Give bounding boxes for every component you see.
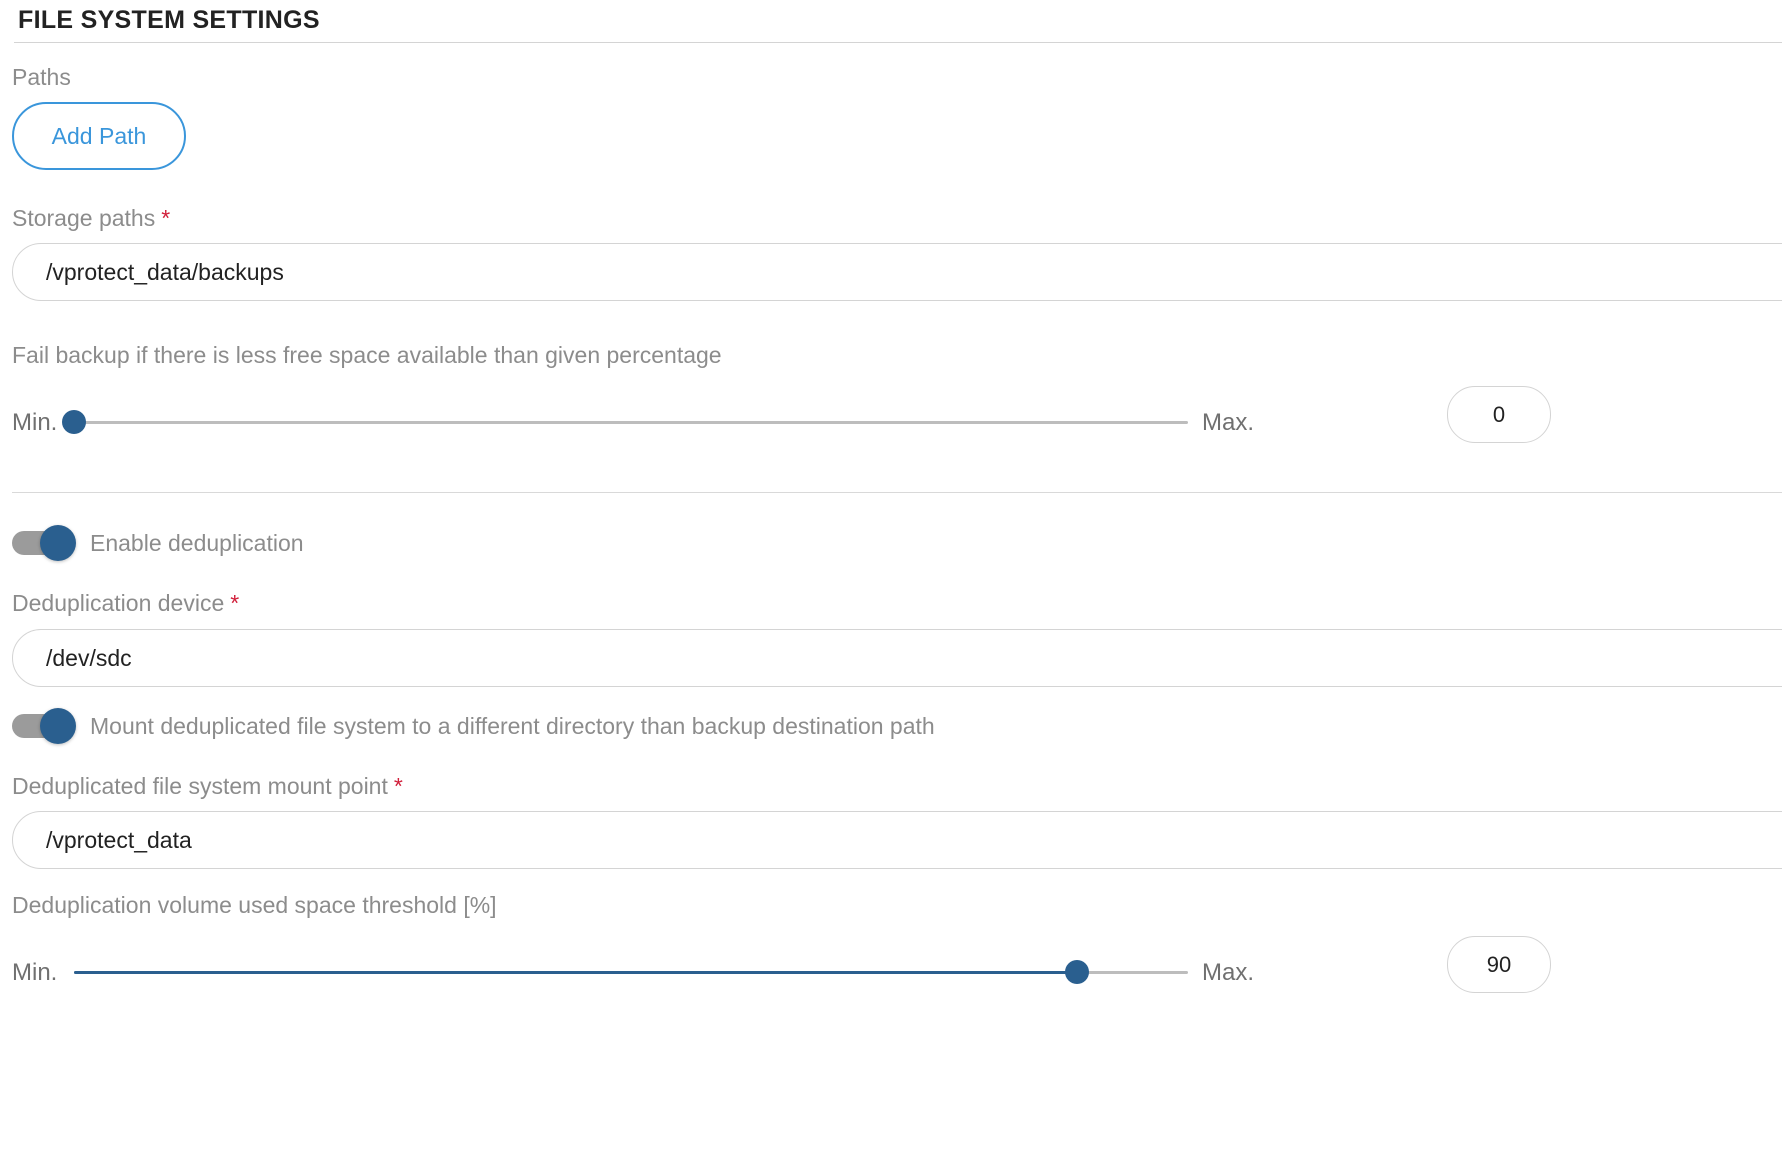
- section-separator: [12, 492, 1782, 493]
- toggle-knob: [40, 525, 76, 561]
- free-space-slider-thumb[interactable]: [62, 410, 86, 434]
- threshold-min-label: Min.: [12, 959, 58, 986]
- free-space-min-label: Min.: [12, 409, 58, 436]
- mount-point-label: Deduplicated file system mount point *: [12, 773, 403, 800]
- required-asterisk: *: [393, 773, 403, 799]
- mount-point-label-text: Deduplicated file system mount point: [12, 773, 388, 799]
- storage-paths-label: Storage paths *: [12, 205, 170, 232]
- dedup-device-label-text: Deduplication device: [12, 590, 225, 616]
- threshold-max-label: Max.: [1202, 959, 1255, 986]
- toggle-knob: [40, 708, 76, 744]
- dedup-device-label: Deduplication device *: [12, 590, 239, 617]
- add-path-button[interactable]: Add Path: [12, 102, 186, 170]
- free-space-slider-track[interactable]: [62, 410, 1188, 434]
- mount-different-directory-toggle[interactable]: [12, 708, 76, 744]
- enable-deduplication-toggle[interactable]: [12, 525, 76, 561]
- free-space-max-label: Max.: [1202, 409, 1255, 436]
- paths-label: Paths: [12, 64, 71, 90]
- dedup-device-input[interactable]: [12, 629, 1782, 687]
- threshold-slider-label: Deduplication volume used space threshol…: [12, 892, 497, 918]
- mount-point-input[interactable]: [12, 811, 1782, 869]
- section-title: FILE SYSTEM SETTINGS: [18, 6, 320, 34]
- threshold-slider-thumb[interactable]: [1064, 960, 1089, 984]
- storage-paths-label-text: Storage paths: [12, 205, 156, 231]
- section-divider: [14, 42, 1782, 43]
- required-asterisk: *: [230, 590, 240, 616]
- threshold-slider-track[interactable]: [74, 960, 1188, 984]
- threshold-value-input[interactable]: [1447, 936, 1551, 993]
- threshold-slider-fill: [74, 971, 1077, 974]
- mount-different-directory-label: Mount deduplicated file system to a diff…: [90, 713, 935, 739]
- free-space-slider-label: Fail backup if there is less free space …: [12, 342, 722, 368]
- file-system-settings-panel: FILE SYSTEM SETTINGS Paths Add Path Stor…: [0, 0, 1782, 1162]
- free-space-value-input[interactable]: [1447, 386, 1551, 443]
- enable-deduplication-label: Enable deduplication: [90, 530, 304, 556]
- storage-paths-input[interactable]: [12, 243, 1782, 301]
- required-asterisk: *: [161, 205, 171, 231]
